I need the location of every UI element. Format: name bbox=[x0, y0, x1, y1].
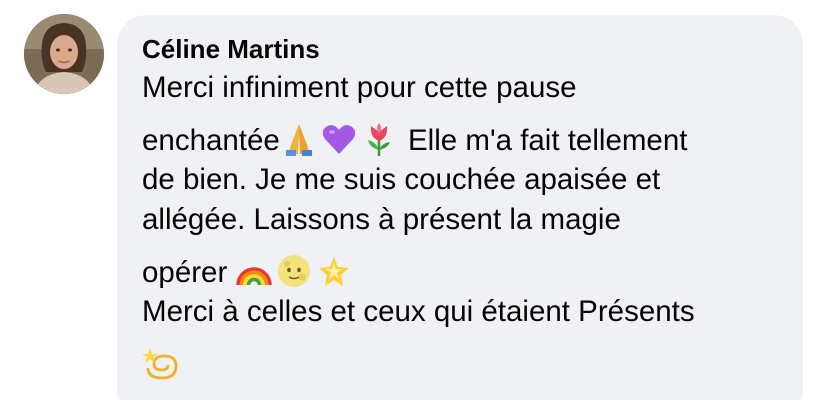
comment-line: Merci infiniment pour cette pause bbox=[142, 71, 577, 104]
comment-line bbox=[142, 332, 792, 384]
comment-line: opérer bbox=[142, 240, 792, 292]
comment-body: Merci infiniment pour cette pause enchan… bbox=[142, 68, 792, 384]
tulip-icon bbox=[360, 120, 398, 158]
comment-line: allégée. Laissons à présent la magie bbox=[142, 203, 621, 236]
comment-line: enchantée Elle m'a fait tellement bbox=[142, 108, 792, 160]
comment-line: Merci à celles et ceux qui étaient Prése… bbox=[142, 295, 695, 328]
rainbow-icon bbox=[235, 252, 273, 290]
comment-author[interactable]: Céline Martins bbox=[142, 34, 320, 65]
avatar[interactable] bbox=[24, 14, 104, 94]
glowing-star-icon bbox=[315, 252, 353, 290]
dizzy-icon bbox=[142, 344, 180, 382]
full-moon-face-icon bbox=[275, 252, 313, 290]
comment-text: Elle m'a fait tellement bbox=[399, 124, 688, 157]
comment: Céline Martins Merci infiniment pour cet… bbox=[0, 0, 828, 400]
folded-hands-icon bbox=[280, 120, 318, 158]
comment-text: opérer bbox=[142, 256, 236, 289]
purple-heart-icon bbox=[320, 120, 358, 158]
comment-text: enchantée bbox=[142, 124, 280, 157]
avatar-photo bbox=[24, 14, 104, 94]
comment-line: de bien. Je me suis couchée apaisée et bbox=[142, 163, 661, 196]
comment-bubble: Céline Martins Merci infiniment pour cet… bbox=[117, 15, 803, 400]
